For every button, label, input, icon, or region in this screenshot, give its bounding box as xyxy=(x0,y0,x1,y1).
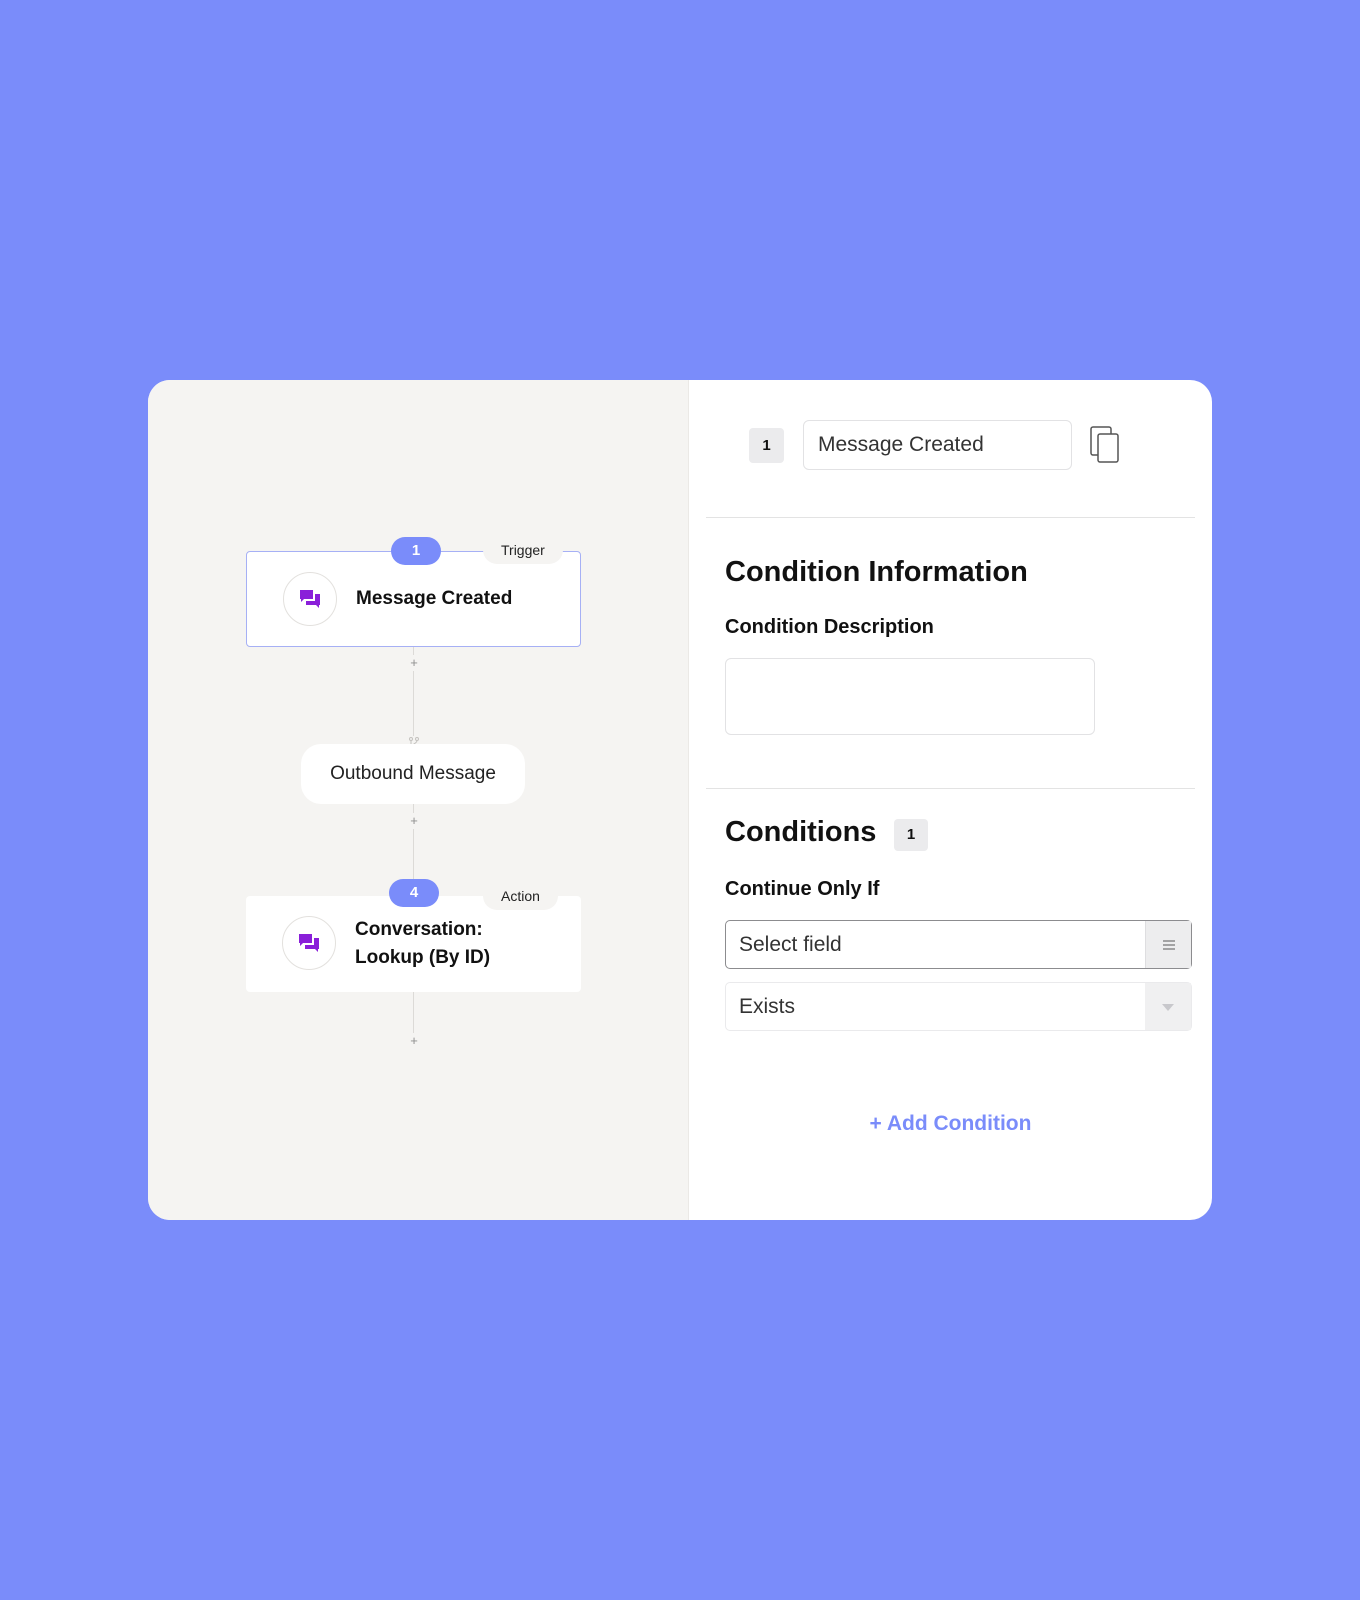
menu-lines-icon xyxy=(1162,939,1175,950)
copy-icon[interactable] xyxy=(1089,425,1121,465)
chat-bubbles-icon xyxy=(283,572,337,626)
add-step-button[interactable]: + xyxy=(406,813,422,829)
operator-select[interactable]: Exists xyxy=(725,982,1192,1031)
filter-node[interactable]: Outbound Message xyxy=(301,744,525,804)
step-number-badge: 1 xyxy=(749,428,784,463)
action-type-tag: Action xyxy=(483,882,558,910)
step-name-input[interactable] xyxy=(803,420,1072,470)
workflow-canvas: + + + Message Created 1 Trigger Outbound… xyxy=(148,380,689,1220)
field-select-value: Select field xyxy=(739,933,842,956)
add-condition-button[interactable]: + Add Condition xyxy=(689,1112,1212,1136)
action-step-badge: 4 xyxy=(389,879,439,907)
operator-select-value: Exists xyxy=(739,995,796,1018)
condition-information-heading: Condition Information xyxy=(725,556,1028,588)
conditions-heading: Conditions xyxy=(725,816,877,848)
condition-description-label: Condition Description xyxy=(725,616,934,638)
add-step-button[interactable]: + xyxy=(406,655,422,671)
workflow-editor-card: + + + Message Created 1 Trigger Outbound… xyxy=(148,380,1212,1220)
continue-only-if-label: Continue Only If xyxy=(725,878,880,900)
condition-description-field[interactable] xyxy=(725,658,1095,735)
trigger-step-badge: 1 xyxy=(391,537,441,565)
field-select[interactable]: Select field xyxy=(725,920,1192,969)
add-step-button[interactable]: + xyxy=(406,1033,422,1049)
trigger-type-tag: Trigger xyxy=(483,536,563,564)
action-node-title-line2: Lookup (By ID) xyxy=(355,947,491,968)
action-node-title-line1: Conversation: xyxy=(355,919,483,940)
properties-panel: 1 Condition Information Condition Descri… xyxy=(689,380,1212,1220)
action-node[interactable]: Conversation: Lookup (By ID) xyxy=(246,896,581,992)
chevron-down-icon xyxy=(1162,1003,1174,1011)
divider xyxy=(706,788,1195,789)
operator-select-button[interactable] xyxy=(1145,983,1191,1030)
filter-node-title: Outbound Message xyxy=(330,763,496,784)
action-node-title: Conversation: Lookup (By ID) xyxy=(355,916,490,972)
trigger-node[interactable]: Message Created xyxy=(246,551,581,647)
field-select-button[interactable] xyxy=(1145,921,1191,968)
conditions-count-badge: 1 xyxy=(894,819,928,851)
divider xyxy=(706,517,1195,518)
trigger-node-title: Message Created xyxy=(356,588,513,609)
chat-bubbles-icon xyxy=(282,916,336,970)
